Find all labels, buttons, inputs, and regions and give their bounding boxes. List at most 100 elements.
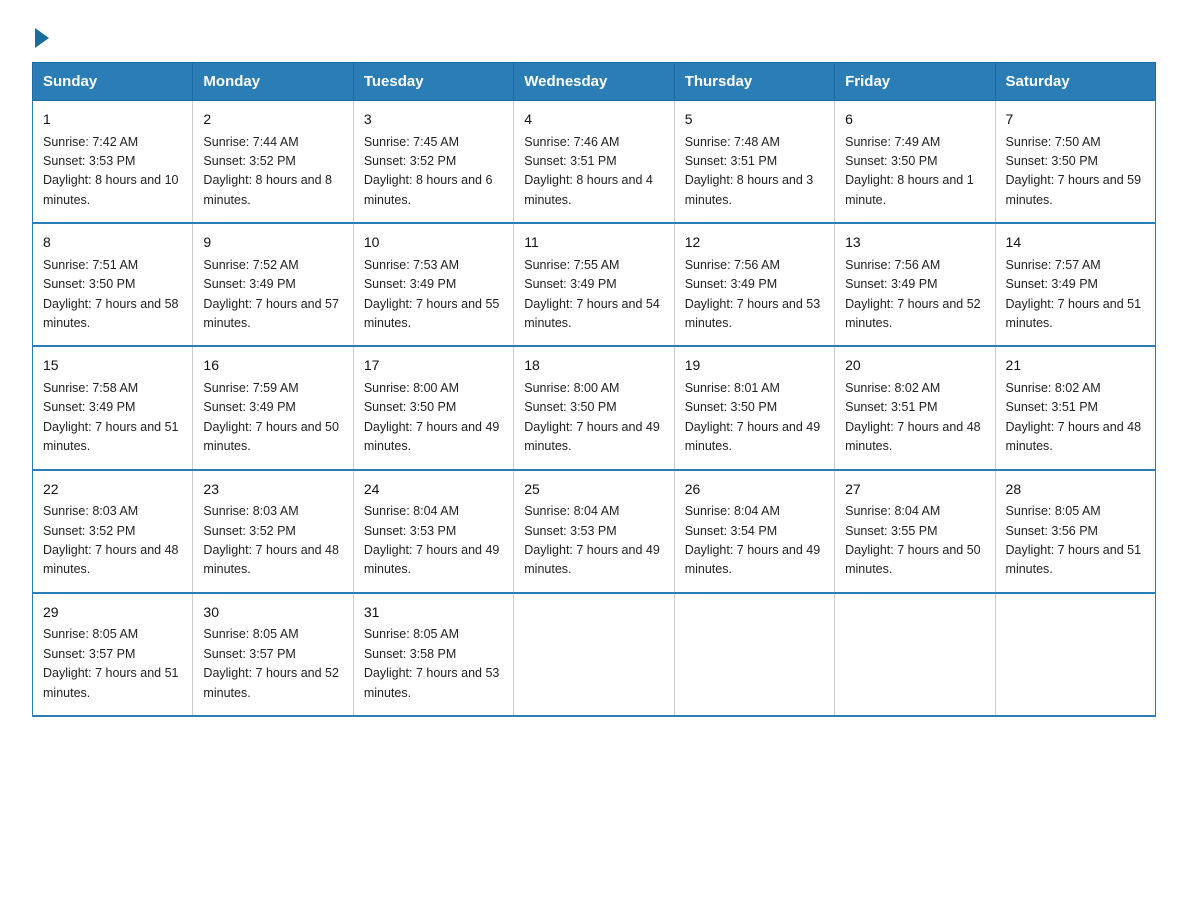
day-cell — [514, 593, 674, 716]
day-number: 16 — [203, 355, 342, 377]
day-number: 9 — [203, 232, 342, 254]
day-cell: 23 Sunrise: 8:03 AMSunset: 3:52 PMDaylig… — [193, 470, 353, 593]
day-info: Sunrise: 8:03 AMSunset: 3:52 PMDaylight:… — [43, 502, 182, 580]
day-cell: 14 Sunrise: 7:57 AMSunset: 3:49 PMDaylig… — [995, 223, 1155, 346]
day-info: Sunrise: 8:05 AMSunset: 3:58 PMDaylight:… — [364, 625, 503, 703]
page-header — [32, 24, 1156, 44]
day-info: Sunrise: 7:58 AMSunset: 3:49 PMDaylight:… — [43, 379, 182, 457]
week-row-5: 29 Sunrise: 8:05 AMSunset: 3:57 PMDaylig… — [33, 593, 1156, 716]
day-info: Sunrise: 7:42 AMSunset: 3:53 PMDaylight:… — [43, 133, 182, 211]
day-info: Sunrise: 8:00 AMSunset: 3:50 PMDaylight:… — [524, 379, 663, 457]
day-cell: 6 Sunrise: 7:49 AMSunset: 3:50 PMDayligh… — [835, 101, 995, 224]
day-info: Sunrise: 7:44 AMSunset: 3:52 PMDaylight:… — [203, 133, 342, 211]
day-info: Sunrise: 7:51 AMSunset: 3:50 PMDaylight:… — [43, 256, 182, 334]
calendar-table: SundayMondayTuesdayWednesdayThursdayFrid… — [32, 62, 1156, 717]
day-info: Sunrise: 7:56 AMSunset: 3:49 PMDaylight:… — [685, 256, 824, 334]
day-number: 6 — [845, 109, 984, 131]
day-info: Sunrise: 7:46 AMSunset: 3:51 PMDaylight:… — [524, 133, 663, 211]
week-row-1: 1 Sunrise: 7:42 AMSunset: 3:53 PMDayligh… — [33, 101, 1156, 224]
day-cell: 18 Sunrise: 8:00 AMSunset: 3:50 PMDaylig… — [514, 346, 674, 469]
day-info: Sunrise: 8:05 AMSunset: 3:57 PMDaylight:… — [43, 625, 182, 703]
column-header-wednesday: Wednesday — [514, 63, 674, 101]
day-info: Sunrise: 7:56 AMSunset: 3:49 PMDaylight:… — [845, 256, 984, 334]
day-info: Sunrise: 8:05 AMSunset: 3:57 PMDaylight:… — [203, 625, 342, 703]
logo-arrow-icon — [35, 28, 49, 48]
day-info: Sunrise: 7:57 AMSunset: 3:49 PMDaylight:… — [1006, 256, 1145, 334]
day-info: Sunrise: 7:55 AMSunset: 3:49 PMDaylight:… — [524, 256, 663, 334]
column-header-saturday: Saturday — [995, 63, 1155, 101]
day-cell: 5 Sunrise: 7:48 AMSunset: 3:51 PMDayligh… — [674, 101, 834, 224]
day-cell: 8 Sunrise: 7:51 AMSunset: 3:50 PMDayligh… — [33, 223, 193, 346]
day-info: Sunrise: 8:03 AMSunset: 3:52 PMDaylight:… — [203, 502, 342, 580]
day-cell: 16 Sunrise: 7:59 AMSunset: 3:49 PMDaylig… — [193, 346, 353, 469]
day-number: 8 — [43, 232, 182, 254]
day-number: 14 — [1006, 232, 1145, 254]
day-number: 31 — [364, 602, 503, 624]
day-cell: 19 Sunrise: 8:01 AMSunset: 3:50 PMDaylig… — [674, 346, 834, 469]
day-cell: 1 Sunrise: 7:42 AMSunset: 3:53 PMDayligh… — [33, 101, 193, 224]
day-cell: 9 Sunrise: 7:52 AMSunset: 3:49 PMDayligh… — [193, 223, 353, 346]
day-cell: 7 Sunrise: 7:50 AMSunset: 3:50 PMDayligh… — [995, 101, 1155, 224]
day-number: 22 — [43, 479, 182, 501]
day-cell: 12 Sunrise: 7:56 AMSunset: 3:49 PMDaylig… — [674, 223, 834, 346]
day-cell: 31 Sunrise: 8:05 AMSunset: 3:58 PMDaylig… — [353, 593, 513, 716]
day-info: Sunrise: 7:52 AMSunset: 3:49 PMDaylight:… — [203, 256, 342, 334]
week-row-3: 15 Sunrise: 7:58 AMSunset: 3:49 PMDaylig… — [33, 346, 1156, 469]
column-header-sunday: Sunday — [33, 63, 193, 101]
day-cell: 25 Sunrise: 8:04 AMSunset: 3:53 PMDaylig… — [514, 470, 674, 593]
day-info: Sunrise: 8:02 AMSunset: 3:51 PMDaylight:… — [1006, 379, 1145, 457]
week-row-4: 22 Sunrise: 8:03 AMSunset: 3:52 PMDaylig… — [33, 470, 1156, 593]
day-number: 23 — [203, 479, 342, 501]
day-number: 11 — [524, 232, 663, 254]
week-row-2: 8 Sunrise: 7:51 AMSunset: 3:50 PMDayligh… — [33, 223, 1156, 346]
day-cell — [995, 593, 1155, 716]
day-cell: 4 Sunrise: 7:46 AMSunset: 3:51 PMDayligh… — [514, 101, 674, 224]
day-cell: 17 Sunrise: 8:00 AMSunset: 3:50 PMDaylig… — [353, 346, 513, 469]
day-cell: 20 Sunrise: 8:02 AMSunset: 3:51 PMDaylig… — [835, 346, 995, 469]
day-number: 17 — [364, 355, 503, 377]
day-number: 4 — [524, 109, 663, 131]
day-cell: 28 Sunrise: 8:05 AMSunset: 3:56 PMDaylig… — [995, 470, 1155, 593]
day-cell — [674, 593, 834, 716]
day-info: Sunrise: 8:04 AMSunset: 3:53 PMDaylight:… — [364, 502, 503, 580]
day-number: 20 — [845, 355, 984, 377]
day-number: 2 — [203, 109, 342, 131]
day-number: 5 — [685, 109, 824, 131]
day-number: 30 — [203, 602, 342, 624]
day-number: 28 — [1006, 479, 1145, 501]
day-number: 25 — [524, 479, 663, 501]
day-number: 13 — [845, 232, 984, 254]
day-number: 15 — [43, 355, 182, 377]
day-cell: 13 Sunrise: 7:56 AMSunset: 3:49 PMDaylig… — [835, 223, 995, 346]
day-number: 3 — [364, 109, 503, 131]
day-info: Sunrise: 8:04 AMSunset: 3:53 PMDaylight:… — [524, 502, 663, 580]
day-info: Sunrise: 8:01 AMSunset: 3:50 PMDaylight:… — [685, 379, 824, 457]
day-cell: 10 Sunrise: 7:53 AMSunset: 3:49 PMDaylig… — [353, 223, 513, 346]
day-number: 10 — [364, 232, 503, 254]
logo — [32, 24, 49, 44]
day-info: Sunrise: 8:02 AMSunset: 3:51 PMDaylight:… — [845, 379, 984, 457]
day-info: Sunrise: 7:50 AMSunset: 3:50 PMDaylight:… — [1006, 133, 1145, 211]
column-header-monday: Monday — [193, 63, 353, 101]
day-info: Sunrise: 7:45 AMSunset: 3:52 PMDaylight:… — [364, 133, 503, 211]
day-number: 26 — [685, 479, 824, 501]
day-info: Sunrise: 7:48 AMSunset: 3:51 PMDaylight:… — [685, 133, 824, 211]
day-cell: 3 Sunrise: 7:45 AMSunset: 3:52 PMDayligh… — [353, 101, 513, 224]
day-number: 19 — [685, 355, 824, 377]
day-number: 12 — [685, 232, 824, 254]
day-cell: 22 Sunrise: 8:03 AMSunset: 3:52 PMDaylig… — [33, 470, 193, 593]
column-header-thursday: Thursday — [674, 63, 834, 101]
day-number: 27 — [845, 479, 984, 501]
day-number: 18 — [524, 355, 663, 377]
column-header-friday: Friday — [835, 63, 995, 101]
day-info: Sunrise: 7:49 AMSunset: 3:50 PMDaylight:… — [845, 133, 984, 211]
day-cell: 11 Sunrise: 7:55 AMSunset: 3:49 PMDaylig… — [514, 223, 674, 346]
day-number: 7 — [1006, 109, 1145, 131]
day-number: 24 — [364, 479, 503, 501]
day-info: Sunrise: 8:04 AMSunset: 3:54 PMDaylight:… — [685, 502, 824, 580]
day-cell: 15 Sunrise: 7:58 AMSunset: 3:49 PMDaylig… — [33, 346, 193, 469]
column-header-tuesday: Tuesday — [353, 63, 513, 101]
day-info: Sunrise: 8:00 AMSunset: 3:50 PMDaylight:… — [364, 379, 503, 457]
day-cell: 30 Sunrise: 8:05 AMSunset: 3:57 PMDaylig… — [193, 593, 353, 716]
day-number: 21 — [1006, 355, 1145, 377]
